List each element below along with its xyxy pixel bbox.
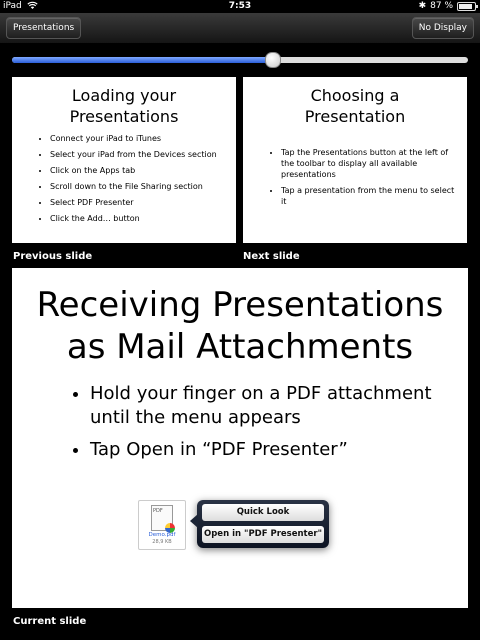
previous-slide-title: Loading your Presentations — [69, 86, 179, 126]
list-item: Select PDF Presenter — [50, 197, 236, 208]
next-slide-preview[interactable]: Choosing a Presentation Tap the Presenta… — [243, 77, 467, 243]
next-slide-caption: Next slide — [243, 251, 300, 262]
list-item: Scroll down to the File Sharing section — [50, 181, 236, 192]
battery-percent: 87 % — [430, 1, 453, 11]
previous-slide-caption: Previous slide — [13, 251, 93, 262]
display-button[interactable]: No Display — [411, 17, 474, 39]
open-in-button: Open in "PDF Presenter" — [202, 526, 324, 543]
slide-position-slider[interactable] — [12, 52, 468, 68]
toolbar: Presentations No Display — [0, 13, 480, 44]
next-slide-title: Choosing a Presentation — [304, 86, 406, 126]
previous-slide-preview[interactable]: Loading your Presentations Connect your … — [12, 77, 236, 243]
list-item: Click the Add… button — [50, 213, 236, 224]
list-item: Click on the Apps tab — [50, 165, 236, 176]
list-item: Tap the Presentations button at the left… — [281, 147, 457, 180]
current-slide-bullets: Hold your finger on a PDF attachment unt… — [12, 382, 468, 462]
pdf-file-icon: PDF — [151, 505, 175, 533]
quick-look-button: Quick Look — [202, 504, 324, 521]
slider-thumb[interactable] — [264, 52, 281, 68]
attachment-size: 28,9 KB — [152, 539, 172, 545]
clock: 7:53 — [228, 1, 252, 11]
attachment-filename: Demo.pdf — [148, 532, 176, 538]
battery-icon — [457, 2, 478, 11]
list-item: Connect your iPad to iTunes — [50, 133, 236, 144]
attachment-menu: Quick Look Open in "PDF Presenter" — [190, 500, 329, 548]
next-slide-bullets: Tap the Presentations button at the left… — [243, 147, 467, 207]
list-item: Tap Open in “PDF Presenter” — [90, 438, 438, 462]
status-bar: iPad 7:53 ✱ 87 % — [0, 0, 480, 13]
current-slide[interactable]: Receiving Presentations as Mail Attachme… — [12, 268, 468, 608]
current-slide-title: Receiving Presentations as Mail Attachme… — [36, 285, 444, 367]
presentations-button[interactable]: Presentations — [6, 17, 82, 39]
list-item: Hold your finger on a PDF attachment unt… — [90, 382, 438, 430]
current-slide-caption: Current slide — [13, 616, 87, 627]
list-item: Select your iPad from the Devices sectio… — [50, 149, 236, 160]
bluetooth-icon: ✱ — [418, 1, 427, 11]
previous-slide-bullets: Connect your iPad to iTunes Select your … — [12, 133, 236, 224]
slider-fill — [12, 57, 272, 63]
pdf-attachment: PDF Demo.pdf 28,9 KB — [138, 500, 186, 550]
list-item: Tap a presentation from the menu to sele… — [281, 185, 457, 207]
